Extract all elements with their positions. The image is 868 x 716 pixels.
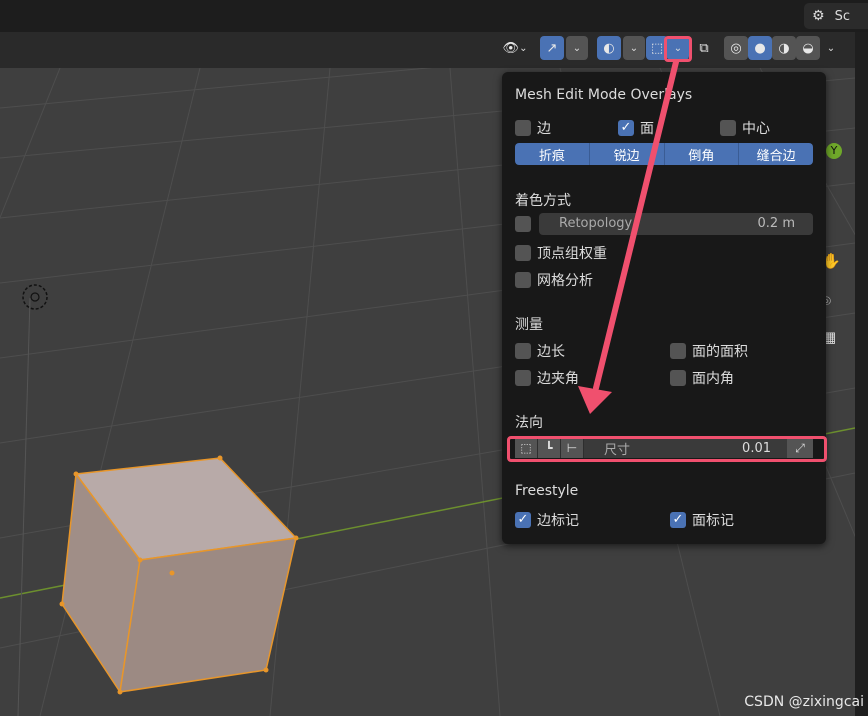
checkbox-vertex-group-weights[interactable]: 顶点组权重 — [515, 243, 607, 263]
checkbox-label: 边 — [537, 121, 551, 137]
checkbox-face-area[interactable]: 面的面积 — [670, 341, 748, 361]
segment-seam[interactable]: 缝合边 — [739, 143, 813, 165]
xray-icon: ⧉ — [699, 40, 709, 56]
normals-section-label: 法向 — [515, 415, 543, 431]
checkbox-label: 网格分析 — [537, 273, 593, 289]
checkbox-edge-marks[interactable]: 边标记 — [515, 510, 579, 530]
scene-label: Sc — [834, 8, 850, 24]
gizmo-icon: ↗ — [546, 40, 558, 56]
segment-crease[interactable]: 折痕 — [515, 143, 590, 165]
solid-shading-button[interactable]: ● — [748, 36, 772, 60]
checkbox-face-marks[interactable]: 面标记 — [670, 510, 734, 530]
light-object-icon — [22, 284, 48, 310]
retopology-value: 0.2 m — [757, 216, 795, 231]
checkbox-box[interactable] — [720, 120, 736, 136]
checkbox-box[interactable] — [670, 512, 686, 528]
checkbox-label: 边长 — [537, 344, 565, 360]
checkbox-box[interactable] — [515, 512, 531, 528]
checkbox-box[interactable] — [618, 120, 634, 136]
right-sidebar-strip — [855, 32, 868, 716]
checkbox-box[interactable] — [515, 370, 531, 386]
scene-selector[interactable]: ⚙ Sc — [804, 3, 868, 29]
segment-bevel[interactable]: 倒角 — [664, 143, 740, 165]
checkbox-box[interactable] — [515, 245, 531, 261]
checkbox-edges[interactable]: 边 — [515, 118, 551, 138]
visibility-button[interactable]: 👁 ⌄ — [496, 36, 534, 60]
checkbox-center[interactable]: 中心 — [720, 118, 770, 138]
solid-shading-icon: ● — [754, 40, 766, 56]
shading-dropdown[interactable]: ⌄ — [820, 36, 842, 60]
xray-button[interactable]: ⧉ — [692, 36, 716, 60]
eye-icon: 👁 — [502, 40, 520, 56]
watermark: CSDN @zixingcai — [744, 694, 864, 710]
mesh-edit-overlay-icon: ⬚ — [650, 40, 664, 56]
checkbox-label: 面标记 — [692, 513, 734, 529]
checkbox-box[interactable] — [515, 272, 531, 288]
panel-title: Mesh Edit Mode Overlays — [515, 87, 693, 103]
rendered-shading-icon: ◒ — [802, 40, 814, 56]
retopology-label: Retopology — [559, 216, 633, 231]
checkbox-box[interactable] — [670, 370, 686, 386]
material-shading-icon: ◑ — [778, 40, 790, 56]
rendered-shading-button[interactable]: ◒ — [796, 36, 820, 60]
chevron-down-icon: ⌄ — [826, 42, 836, 54]
measure-section-label: 测量 — [515, 317, 543, 333]
checkbox-edge-length[interactable]: 边长 — [515, 341, 565, 361]
checkbox-mesh-analysis[interactable]: 网格分析 — [515, 270, 593, 290]
checkbox-label: 中心 — [742, 121, 770, 137]
highlight-box-dropdown — [664, 36, 692, 62]
overlay-button[interactable]: ◐ — [597, 36, 621, 60]
gizmo-button[interactable]: ↗ — [540, 36, 564, 60]
retopology-field[interactable]: Retopology 0.2 m — [539, 213, 813, 235]
checkbox-label: 面的面积 — [692, 344, 748, 360]
checkbox-retopology[interactable] — [515, 216, 531, 232]
mesh-edit-overlays-panel: Mesh Edit Mode Overlays 边 面 中心 折痕 锐边 倒角 … — [502, 72, 826, 544]
checkbox-box[interactable] — [515, 120, 531, 136]
checkbox-label: 面内角 — [692, 371, 734, 387]
overlay-icon: ◐ — [603, 40, 615, 56]
checkbox-label: 边夹角 — [537, 371, 579, 387]
scene-icon: ⚙ — [812, 8, 825, 24]
checkbox-label: 面 — [640, 121, 654, 137]
checkbox-box[interactable] — [670, 343, 686, 359]
highlight-box-normals — [507, 436, 827, 462]
wireframe-shading-icon: ◎ — [730, 40, 742, 56]
top-bar: ⚙ Sc — [0, 0, 868, 32]
checkbox-faces[interactable]: 面 — [618, 118, 654, 138]
material-shading-button[interactable]: ◑ — [772, 36, 796, 60]
gizmo-dropdown[interactable]: ⌄ — [566, 36, 588, 60]
checkbox-box[interactable] — [515, 343, 531, 359]
checkbox-face-angle[interactable]: 面内角 — [670, 368, 734, 388]
wireframe-shading-button[interactable]: ◎ — [724, 36, 748, 60]
checkbox-box[interactable] — [515, 216, 531, 232]
checkbox-label: 顶点组权重 — [537, 246, 607, 262]
overlay-dropdown[interactable]: ⌄ — [623, 36, 645, 60]
cube-mesh — [59, 455, 299, 695]
freestyle-section-label: Freestyle — [515, 483, 579, 499]
segment-sharp[interactable]: 锐边 — [589, 143, 665, 165]
shading-section-label: 着色方式 — [515, 193, 571, 209]
chevron-down-icon: ⌄ — [519, 42, 528, 54]
checkbox-edge-angle[interactable]: 边夹角 — [515, 368, 579, 388]
checkbox-label: 边标记 — [537, 513, 579, 529]
y-axis-icon[interactable]: Y — [826, 143, 842, 159]
chevron-down-icon: ⌄ — [629, 42, 639, 54]
edge-marks-segment: 折痕 锐边 倒角 缝合边 — [515, 143, 813, 165]
chevron-down-icon: ⌄ — [572, 42, 582, 54]
